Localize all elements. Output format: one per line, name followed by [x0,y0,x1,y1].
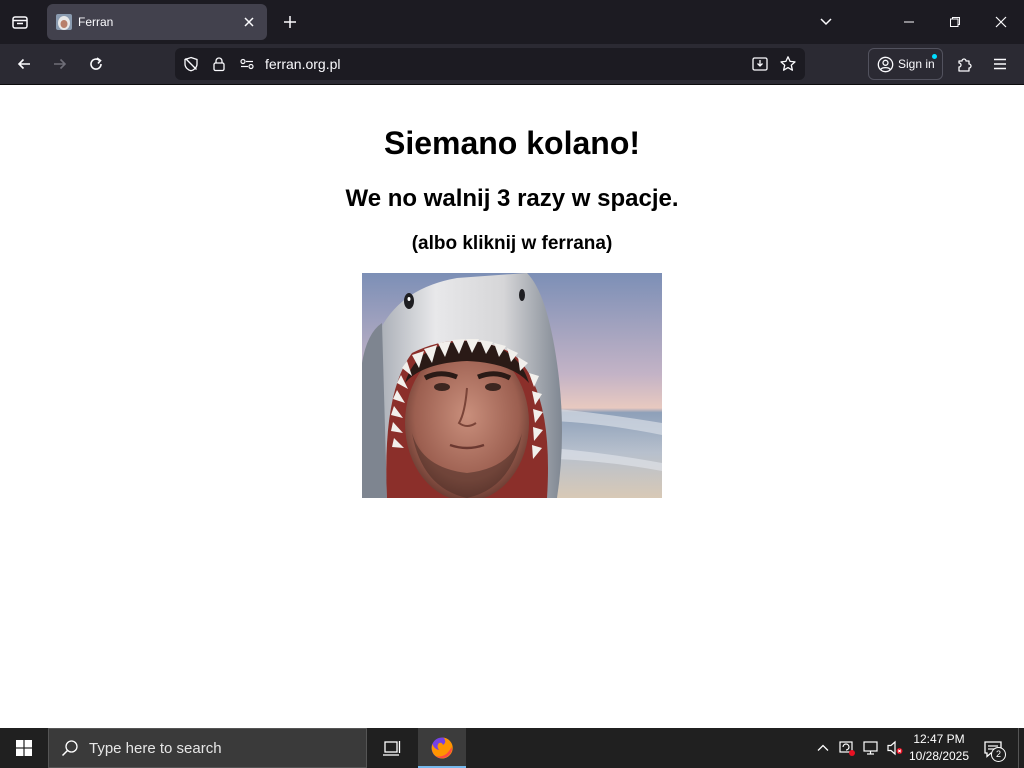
tab-list-icon[interactable] [8,10,32,34]
system-clock[interactable]: 12:47 PM 10/28/2025 [902,731,976,765]
save-to-pocket-icon[interactable] [750,54,770,74]
security-alert-icon[interactable] [837,738,857,758]
clock-time: 12:47 PM [913,732,965,746]
clock-date: 10/28/2025 [908,749,970,763]
windows-taskbar: Type here to search 12:47 PM 10/28/2025 … [0,728,1024,768]
extensions-puzzle-icon[interactable] [951,50,979,78]
account-icon [877,56,894,73]
ferran-shark-hood-photo[interactable] [362,273,662,498]
bookmark-star-icon[interactable] [778,54,798,74]
lock-icon[interactable] [209,54,229,74]
sign-in-button[interactable]: Sign in [868,48,943,80]
windows-start-icon[interactable] [0,728,48,768]
task-view-icon[interactable] [368,728,416,768]
tab-strip: Ferran [0,0,1024,44]
close-window-icon[interactable] [978,0,1024,44]
page-hint: (albo kliknij w ferrana) [411,233,613,254]
reload-icon[interactable] [82,50,110,78]
new-tab-icon[interactable] [278,10,302,34]
url-bar[interactable]: ferran.org.pl [175,48,805,80]
search-placeholder: Type here to search [89,739,222,757]
tracking-protection-shield-icon[interactable] [181,54,201,74]
page-heading: Siemano kolano! [383,125,641,161]
page-content: Siemano kolano! We no walnij 3 razy w sp… [0,85,1024,728]
list-all-tabs-icon[interactable] [803,0,849,44]
chevron-up-icon[interactable] [813,738,833,758]
url-text[interactable]: ferran.org.pl [265,56,340,72]
action-center-icon[interactable]: 2 [980,736,1006,762]
notification-count-badge: 2 [991,747,1006,762]
network-icon[interactable] [861,738,881,758]
taskbar-search-box[interactable]: Type here to search [48,728,367,768]
sign-in-label: Sign in [898,57,935,71]
tab-title: Ferran [78,15,114,29]
page-subheading: We no walnij 3 razy w spacje. [345,185,679,212]
hamburger-menu-icon[interactable] [986,50,1014,78]
tab-ferran[interactable]: Ferran [47,4,267,40]
nav-toolbar: ferran.org.pl Sign in [0,44,1024,85]
tab-favicon-icon [56,14,72,30]
search-icon [61,739,79,757]
notification-dot-icon [932,54,937,59]
show-desktop-button[interactable] [1018,728,1024,768]
firefox-taskbar-icon[interactable] [418,728,466,768]
site-permissions-icon[interactable] [237,54,257,74]
back-arrow-icon[interactable] [10,50,38,78]
restore-icon[interactable] [932,0,978,44]
minimize-icon[interactable] [886,0,932,44]
forward-arrow-icon[interactable] [46,50,74,78]
tab-close-icon[interactable] [237,10,261,34]
